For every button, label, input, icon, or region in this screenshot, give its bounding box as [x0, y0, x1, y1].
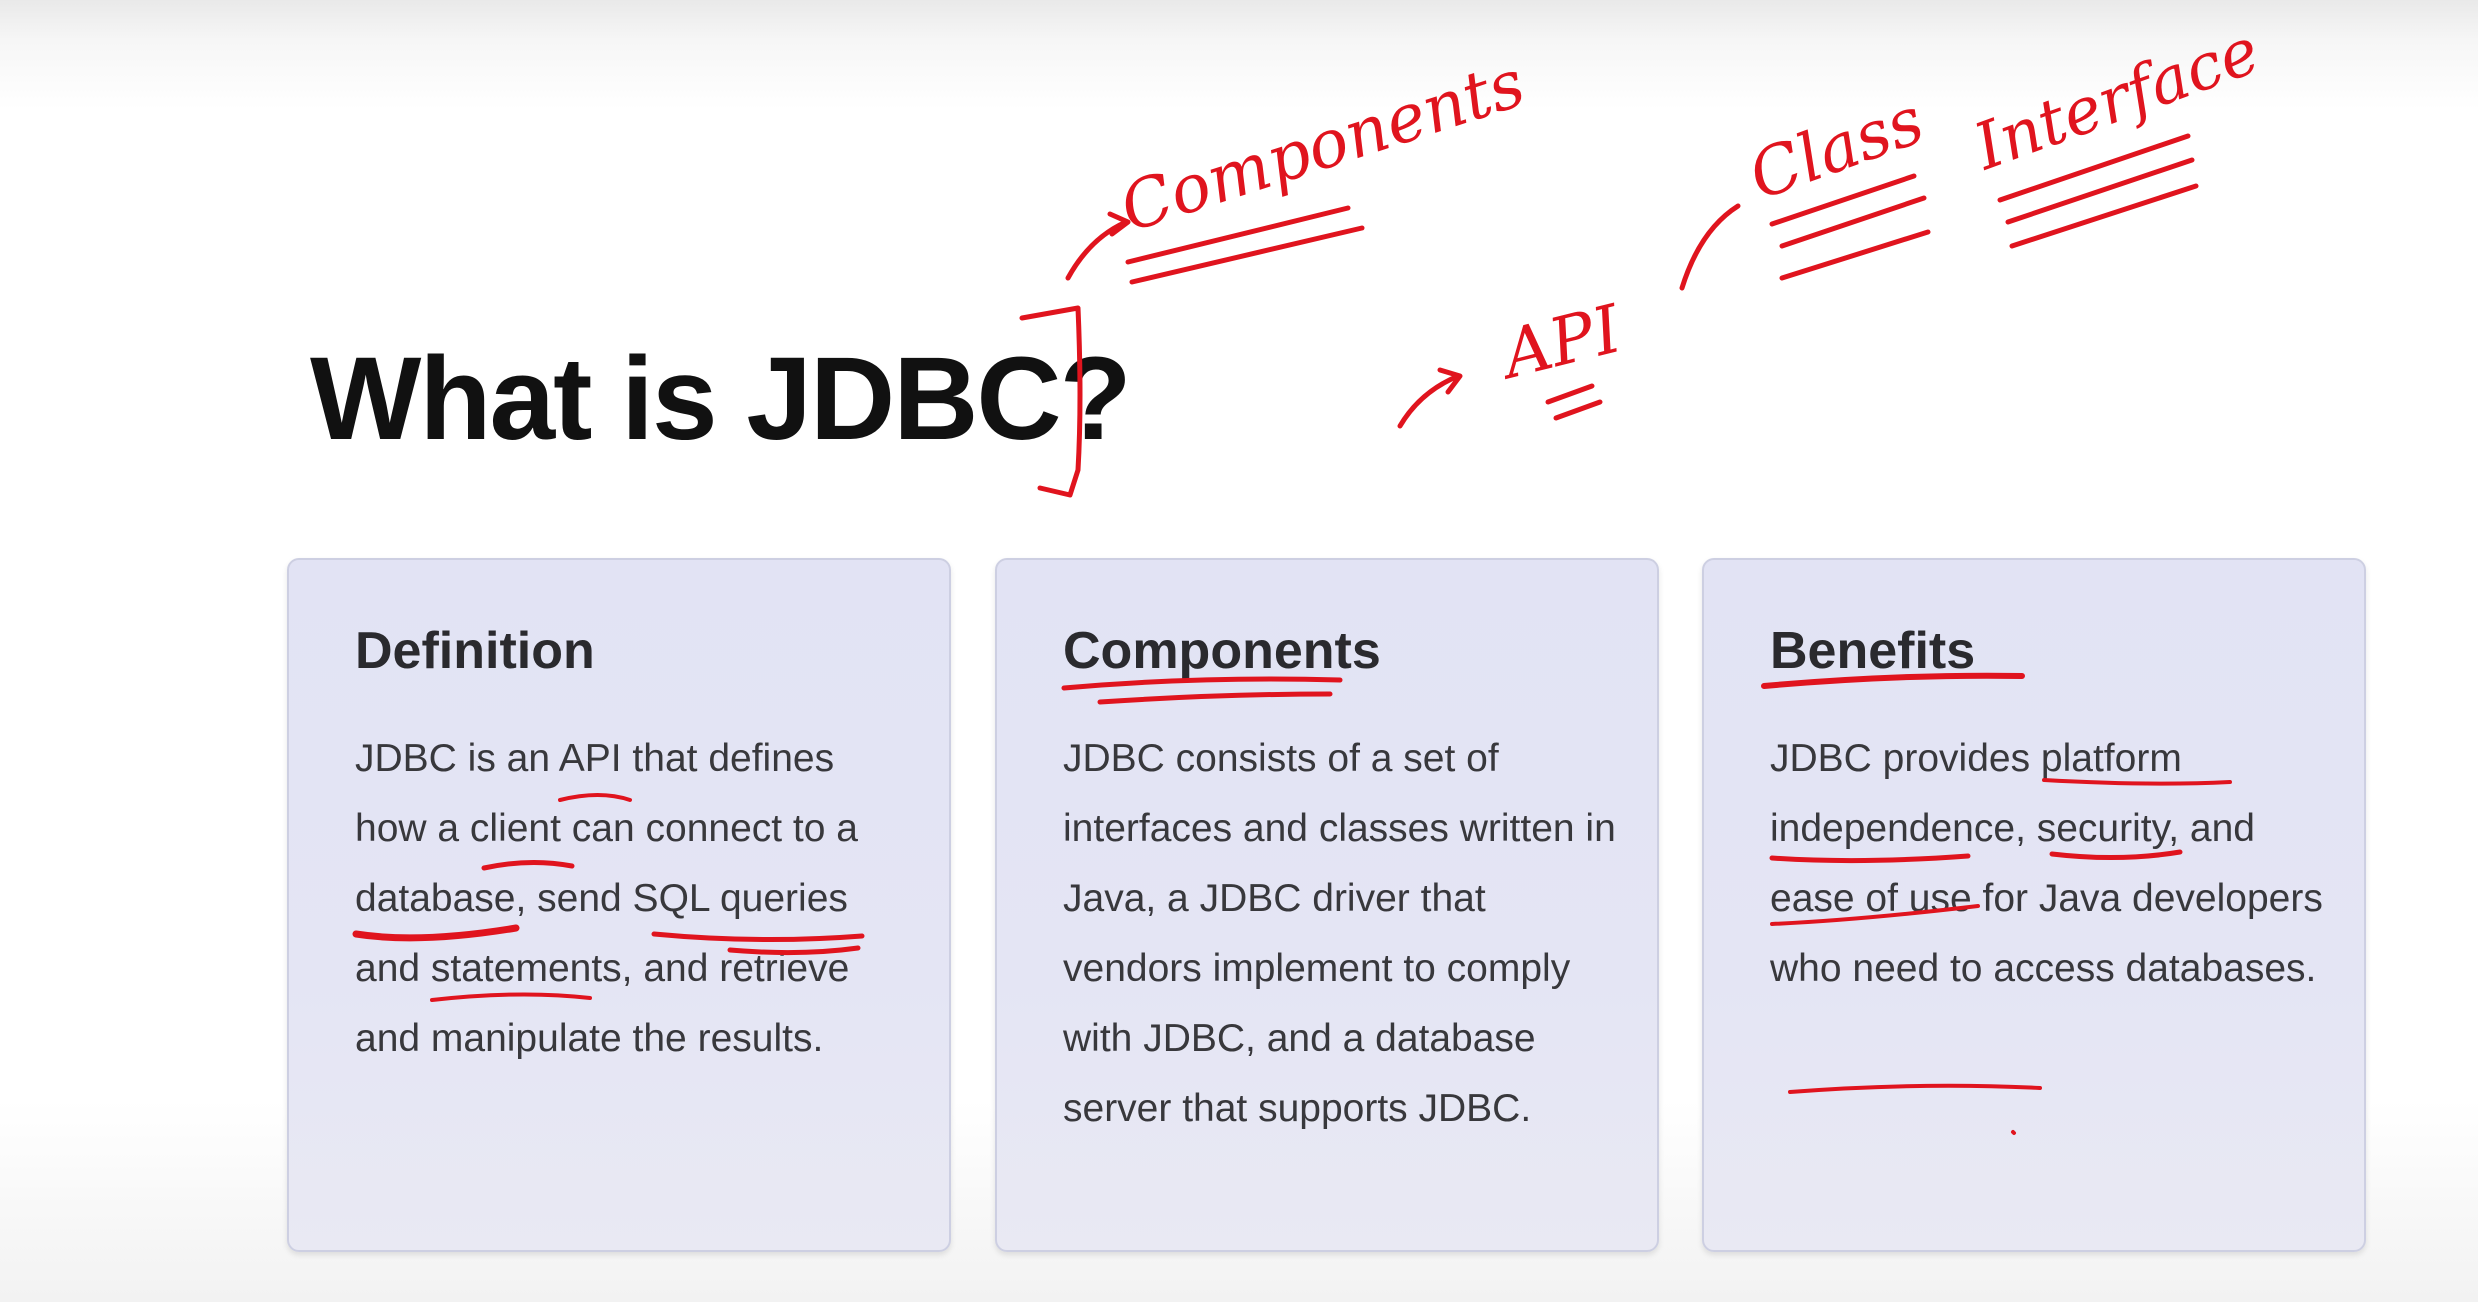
arrow-to-api [1397, 367, 1463, 429]
note-class: Class [1739, 82, 1933, 215]
definition-heading: Definition [355, 622, 595, 680]
components-card: Components JDBC consists of a set of int… [995, 558, 1659, 1252]
benefits-card: Benefits JDBC provides platform independ… [1702, 558, 2366, 1252]
components-note-underline-1 [1125, 205, 1351, 265]
benefits-body: JDBC provides platform independence, sec… [1770, 737, 2323, 991]
interface-underline-3 [2009, 183, 2199, 249]
note-components: Components [1111, 44, 1534, 247]
definition-body: JDBC is an API that defines how a client… [355, 737, 858, 1061]
api-underline-2 [1553, 399, 1603, 421]
arrow-to-class [1679, 203, 1741, 291]
arrow-to-components [1065, 211, 1131, 281]
definition-card: Definition JDBC is an API that defines h… [287, 558, 951, 1252]
interface-underline-2 [2005, 157, 2195, 225]
class-underline-2 [1779, 195, 1927, 249]
interface-underline-1 [1997, 133, 2191, 203]
slide-title: What is JDBC? [310, 333, 1132, 465]
api-underline-1 [1545, 383, 1595, 405]
components-note-underline-2 [1129, 225, 1365, 285]
class-underline-1 [1769, 173, 1917, 227]
components-body: JDBC consists of a set of interfaces and… [1063, 737, 1616, 1131]
class-underline-3 [1779, 229, 1931, 281]
note-api: API [1489, 290, 1630, 395]
benefits-heading: Benefits [1770, 622, 1976, 680]
components-heading: Components [1063, 622, 1381, 680]
note-interface: Interface [1964, 14, 2269, 185]
